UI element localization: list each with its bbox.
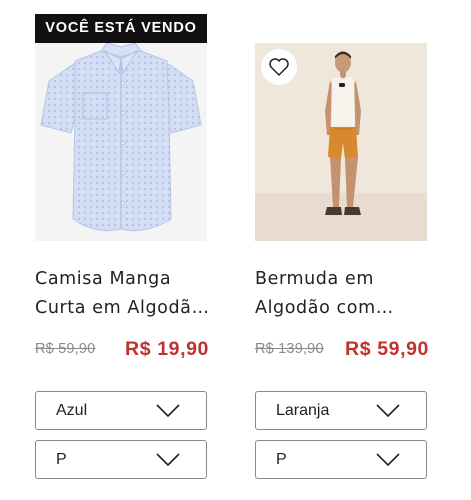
product-title-line: Curta em Algodã… (35, 298, 210, 318)
size-select-value: P (56, 451, 67, 468)
product-image[interactable] (35, 43, 207, 241)
color-select[interactable]: Azul (35, 391, 207, 430)
product-title[interactable]: Bermuda em Algodão com… (255, 265, 433, 323)
product-title-line: Camisa Manga (35, 269, 172, 289)
favorite-button[interactable] (261, 49, 297, 85)
shirt-image (40, 43, 202, 232)
size-select-value: P (276, 451, 287, 468)
product-title-line: Bermuda em (255, 269, 375, 289)
chevron-down-icon (376, 404, 400, 418)
chevron-down-icon (156, 404, 180, 418)
sale-price: R$ 59,90 (345, 338, 429, 360)
sale-price: R$ 19,90 (125, 338, 209, 360)
product-title[interactable]: Camisa Manga Curta em Algodã… (35, 265, 213, 323)
color-select[interactable]: Laranja (255, 391, 427, 430)
product-title-line: Algodão com… (255, 298, 394, 318)
color-select-value: Azul (56, 402, 88, 419)
product-image[interactable] (255, 43, 427, 241)
original-price: R$ 139,90 (255, 341, 324, 357)
heart-outline-icon (269, 58, 289, 76)
chevron-down-icon (156, 453, 180, 467)
chevron-down-icon (376, 453, 400, 467)
color-select-value: Laranja (276, 402, 330, 419)
original-price: R$ 59,90 (35, 341, 96, 357)
currently-viewing-badge: VOCÊ ESTÁ VENDO (35, 14, 207, 43)
size-select[interactable]: P (255, 440, 427, 479)
size-select[interactable]: P (35, 440, 207, 479)
